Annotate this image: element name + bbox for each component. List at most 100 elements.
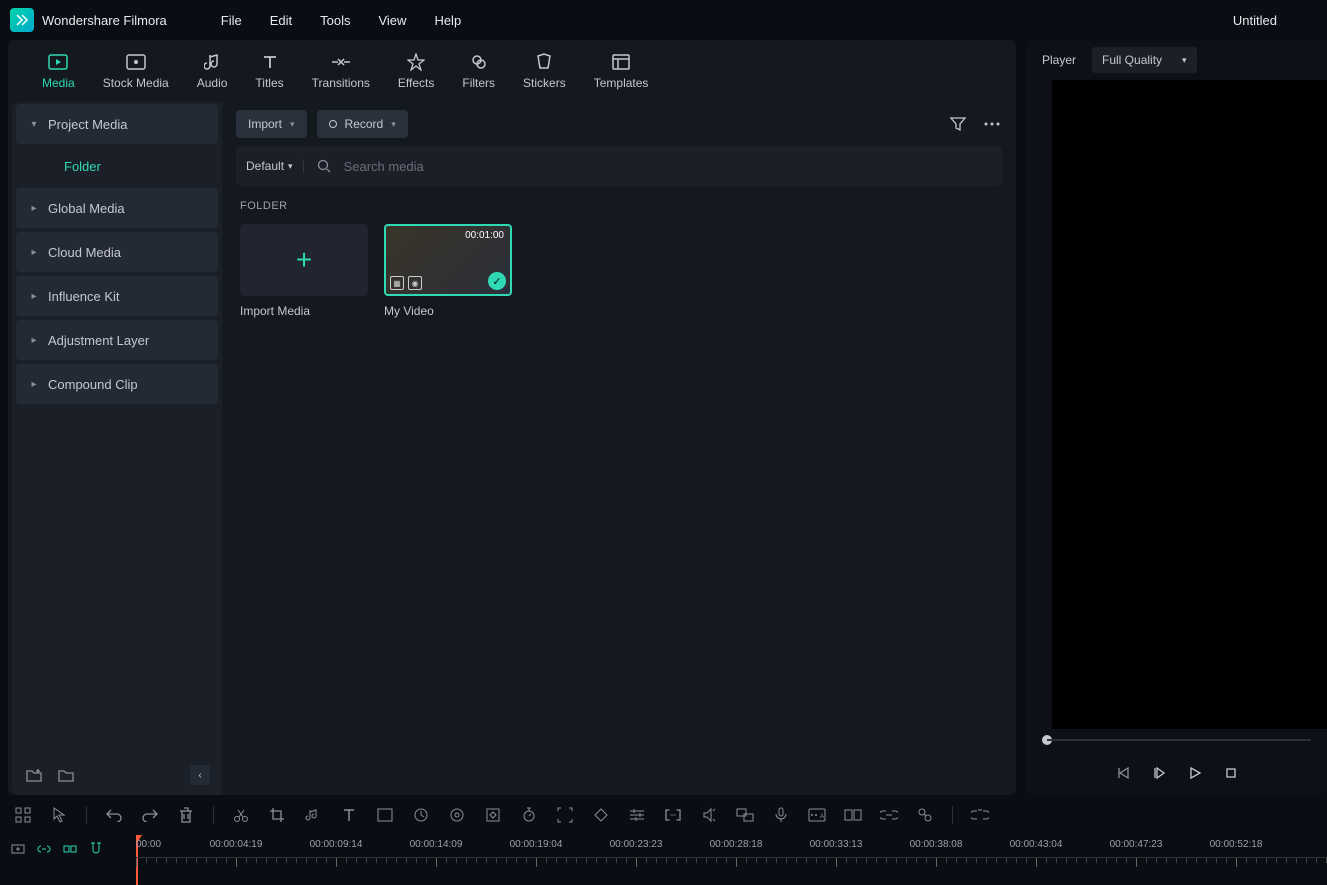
timer-icon[interactable] [520,806,538,824]
split-icon[interactable] [232,806,250,824]
keyframe-icon[interactable] [592,806,610,824]
focus-icon[interactable] [556,806,574,824]
camera-icon: ◉ [408,276,422,290]
sidebar-item-adjustment-layer[interactable]: ▸ Adjustment Layer [16,320,218,360]
grid-icon[interactable] [14,806,32,824]
tab-label: Stickers [523,76,566,90]
delete-icon[interactable] [177,806,195,824]
tab-filters[interactable]: Filters [448,44,509,98]
tab-media[interactable]: Media [28,44,89,98]
filters-icon [469,52,489,72]
more-icon[interactable] [982,114,1002,134]
bookmark-icon[interactable] [916,806,934,824]
video-thumbnail[interactable]: 00:01:00 ▦ ◉ ✓ [384,224,512,296]
used-check-icon: ✓ [488,272,506,290]
player-panel: Player Full Quality ▾ [1026,40,1327,795]
tab-label: Effects [398,76,434,90]
add-track-icon[interactable] [10,841,26,857]
chevron-right-icon: ▸ [28,247,40,258]
tab-label: Stock Media [103,76,169,90]
tab-label: Transitions [312,76,370,90]
search-row: Default ▾ [236,146,1002,186]
menu-tools[interactable]: Tools [306,13,364,28]
adjust-icon[interactable] [628,806,646,824]
duration-label: 00:01:00 [465,230,504,241]
collapse-sidebar-button[interactable]: ‹ [190,765,210,785]
redo-icon[interactable] [141,806,159,824]
sort-dropdown[interactable]: Default ▾ [246,159,304,173]
stop-button[interactable] [1222,764,1240,782]
detach-audio-icon[interactable] [700,806,718,824]
link-icon[interactable] [880,806,898,824]
sidebar-item-global-media[interactable]: ▸ Global Media [16,188,218,228]
app-logo [10,8,34,32]
speed-icon[interactable] [412,806,430,824]
crop-icon[interactable] [268,806,286,824]
magnetic-icon[interactable] [88,841,104,857]
audio-beat-icon[interactable] [304,806,322,824]
player-scrubber[interactable] [1026,729,1327,751]
tab-effects[interactable]: Effects [384,44,448,98]
tab-titles[interactable]: Titles [241,44,297,98]
video-thumb-card[interactable]: 00:01:00 ▦ ◉ ✓ My Video [384,224,512,318]
import-media-card[interactable]: + Import Media [240,224,368,318]
clip-type-icons: ▦ ◉ [390,276,422,290]
timeline[interactable]: 00:0000:00:04:1900:00:09:1400:00:14:0900… [0,835,1327,885]
menu-view[interactable]: View [364,13,420,28]
search-input[interactable] [344,159,992,174]
voice-icon[interactable] [772,806,790,824]
tab-label: Titles [255,76,283,90]
quality-dropdown[interactable]: Full Quality ▾ [1092,47,1197,73]
tab-audio[interactable]: Audio [183,44,242,98]
tab-stickers[interactable]: Stickers [509,44,580,98]
screen-match-icon[interactable] [736,806,754,824]
sidebar-item-compound-clip[interactable]: ▸ Compound Clip [16,364,218,404]
layout-icon[interactable] [844,806,862,824]
chroma-icon[interactable] [484,806,502,824]
timeline-time-label: 00:00:09:14 [310,839,363,850]
unlink-icon[interactable] [971,806,989,824]
sidebar-subitem-folder[interactable]: Folder [12,146,222,186]
player-controls [1026,751,1327,795]
new-folder-icon[interactable] [24,765,44,785]
library-panel: Media Stock Media Audio Titles Transitio… [8,40,1016,795]
import-button[interactable]: Import ▾ [236,110,307,138]
sidebar-item-label: Folder [64,159,101,174]
timeline-time-label: 00:00:23:23 [610,839,663,850]
aspect-icon[interactable] [376,806,394,824]
menu-file[interactable]: File [207,13,256,28]
subtitle-icon[interactable]: A [808,806,826,824]
undo-icon[interactable] [105,806,123,824]
sidebar-item-cloud-media[interactable]: ▸ Cloud Media [16,232,218,272]
sidebar-item-label: Adjustment Layer [48,333,149,348]
import-media-box[interactable]: + [240,224,368,296]
timeline-ruler[interactable]: 00:0000:00:04:1900:00:09:1400:00:14:0900… [136,835,1327,885]
player-viewport[interactable] [1052,80,1327,729]
filter-icon[interactable] [948,114,968,134]
snap-icon[interactable] [62,841,78,857]
button-label: Import [248,117,282,131]
chevron-right-icon: ▸ [28,291,40,302]
play-button[interactable] [1186,764,1204,782]
cursor-icon[interactable] [50,806,68,824]
menu-edit[interactable]: Edit [256,13,306,28]
tab-stock-media[interactable]: Stock Media [89,44,183,98]
link-tracks-icon[interactable] [36,841,52,857]
chevron-down-icon: ▾ [288,161,293,172]
tab-templates[interactable]: Templates [580,44,663,98]
player-header: Player Full Quality ▾ [1026,40,1327,80]
tab-transitions[interactable]: Transitions [298,44,384,98]
sort-label: Default [246,159,284,173]
scrub-track [1047,739,1311,741]
brackets-icon[interactable] [664,806,682,824]
step-back-button[interactable] [1150,764,1168,782]
folder-icon[interactable] [56,765,76,785]
text-icon[interactable] [340,806,358,824]
sidebar-item-influence-kit[interactable]: ▸ Influence Kit [16,276,218,316]
sidebar-item-project-media[interactable]: ▾ Project Media [16,104,218,144]
color-icon[interactable] [448,806,466,824]
menu-help[interactable]: Help [420,13,475,28]
record-button[interactable]: Record ▾ [317,110,408,138]
prev-frame-button[interactable] [1114,764,1132,782]
timeline-time-label: 00:00:43:04 [1010,839,1063,850]
